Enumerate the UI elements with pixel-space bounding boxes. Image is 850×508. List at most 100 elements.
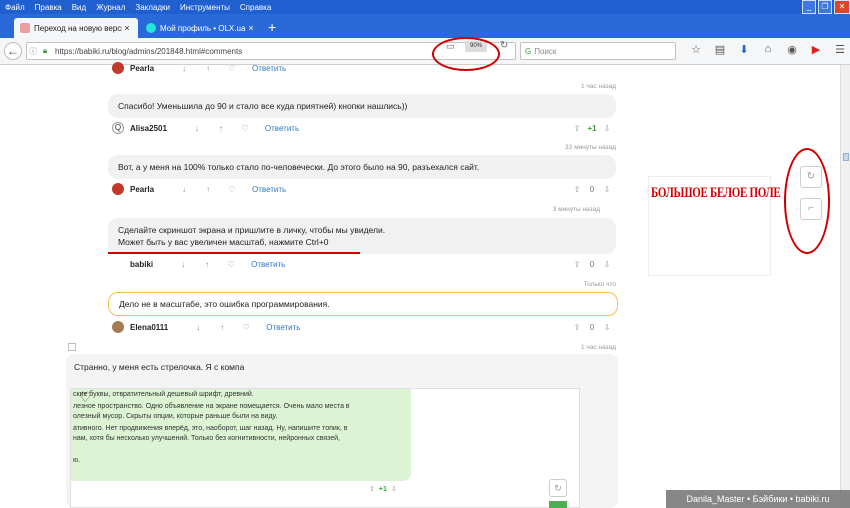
- timestamp: 1 час назад: [581, 344, 616, 351]
- reply-link[interactable]: Ответить: [251, 260, 285, 269]
- refresh-comments-icon[interactable]: ↻: [800, 166, 822, 188]
- vote-up-icon[interactable]: ⇧: [570, 323, 584, 332]
- reply-link[interactable]: Ответить: [265, 124, 299, 133]
- url-text[interactable]: https://babiki.ru/blog/admins/201848.htm…: [55, 47, 242, 56]
- youtube-icon[interactable]: ▶: [804, 43, 828, 56]
- comment-meta: Elena0111 ↓ ↑ ♡ Ответить: [112, 320, 300, 334]
- vote-count: +1: [587, 123, 597, 133]
- scrollbar-thumb[interactable]: [843, 153, 849, 161]
- username[interactable]: Pearla: [130, 185, 154, 194]
- vote-down-icon[interactable]: ⇩: [600, 185, 614, 194]
- tab-olx[interactable]: Мой профиль • OLX.ua ×: [140, 18, 262, 38]
- heart-icon[interactable]: ♡: [233, 124, 257, 133]
- timestamp: 33 минуты назад: [565, 144, 616, 151]
- vote-widget: ⇧ 0 ⇩: [570, 182, 614, 196]
- username[interactable]: Pearla: [130, 64, 154, 73]
- vote-up-icon[interactable]: ⇧: [570, 260, 584, 269]
- embedded-vote-count: +1: [378, 486, 387, 493]
- arrow-up-icon[interactable]: ↑: [195, 260, 219, 269]
- search-placeholder: Поиск: [534, 46, 557, 56]
- comment-meta: Pearla ↓ ↑ ♡ Ответить: [112, 182, 286, 196]
- home-icon[interactable]: ⌂: [756, 43, 780, 56]
- red-underline-annotation: [108, 252, 360, 254]
- arrow-up-icon[interactable]: ↑: [196, 64, 220, 73]
- scroll-to-new-icon[interactable]: ⌐: [800, 198, 822, 220]
- arrow-down-icon[interactable]: ↓: [185, 124, 209, 133]
- menu-help[interactable]: Справка: [235, 3, 276, 12]
- embedded-text-line: ативного. Нет продвижения вперёд, это, н…: [73, 425, 348, 432]
- menu-view[interactable]: Вид: [67, 3, 91, 12]
- username[interactable]: babiki: [130, 260, 153, 269]
- arrow-down-icon[interactable]: ↓: [172, 185, 196, 194]
- menu-history[interactable]: Журнал: [91, 3, 130, 12]
- arrow-up-icon[interactable]: ↑: [210, 323, 234, 332]
- vote-count: 0: [589, 322, 595, 332]
- tab-title: Мой профиль • OLX.ua: [160, 23, 246, 33]
- minimize-button[interactable]: _: [802, 0, 816, 14]
- vote-count: 0: [589, 184, 595, 194]
- search-input[interactable]: G Поиск: [520, 42, 676, 60]
- arrow-down-icon[interactable]: ↓: [171, 260, 195, 269]
- white-field-label: БОЛЬШОЕ БЕЛОЕ ПОЛЕ: [651, 185, 781, 201]
- comment-text-line-2: Может быть у вас увеличен масштаб, нажми…: [118, 237, 329, 247]
- username[interactable]: Alisa2501: [130, 124, 167, 133]
- comment-text: Вот, а у меня на 100% только стало по-че…: [118, 162, 480, 172]
- timestamp: Только что: [583, 281, 616, 288]
- tab-babiki[interactable]: Переход на новую версию /... ×: [14, 18, 138, 38]
- arrow-down-icon[interactable]: ↓: [172, 64, 196, 73]
- embedded-refresh-icon: ↻: [549, 479, 567, 497]
- reply-link[interactable]: Ответить: [252, 185, 286, 194]
- comment-text-line-1: Сделайте скриншот экрана и пришлите в ли…: [118, 225, 386, 235]
- heart-icon[interactable]: ♡: [219, 260, 243, 269]
- comment-text: Дело не в масштабе, это ошибка программи…: [119, 299, 330, 309]
- arrow-up-icon[interactable]: ↑: [196, 185, 220, 194]
- page-scrollbar[interactable]: [840, 65, 850, 508]
- timestamp: 1 час назад: [581, 83, 616, 90]
- big-white-field: БОЛЬШОЕ БЕЛОЕ ПОЛЕ: [648, 176, 781, 276]
- menu-bookmarks[interactable]: Закладки: [130, 3, 175, 12]
- heart-icon[interactable]: ♡: [234, 323, 258, 332]
- arrow-up-icon[interactable]: ↑: [209, 124, 233, 133]
- maximize-button[interactable]: ❐: [818, 0, 832, 14]
- reply-link[interactable]: Ответить: [252, 64, 286, 73]
- embedded-text-line: ские буквы, отвратительный дешевый шрифт…: [73, 391, 254, 398]
- comment-bubble: Спасибо! Уменьшила до 90 и стало все куд…: [108, 94, 616, 118]
- embedded-text-line: лезное пространство. Одно объявление на …: [73, 403, 350, 410]
- menu-edit[interactable]: Правка: [30, 3, 67, 12]
- close-tab-icon[interactable]: ×: [122, 23, 132, 33]
- menu-tools[interactable]: Инструменты: [175, 3, 235, 12]
- embedded-vote-widget: ⇧ +1 ⇩: [369, 486, 397, 493]
- comment-bubble: Сделайте скриншот экрана и пришлите в ли…: [108, 218, 616, 254]
- watermark: Danila_Master • Бэйбики • babiki.ru: [666, 490, 850, 508]
- bookmark-star-icon[interactable]: ☆: [684, 43, 708, 56]
- library-icon[interactable]: ▤: [708, 43, 732, 56]
- addon-icon[interactable]: ◉: [780, 43, 804, 56]
- vote-down-icon[interactable]: ⇩: [600, 124, 614, 133]
- comment-bubble: Вот, а у меня на 100% только стало по-че…: [108, 155, 616, 179]
- arrow-down-icon[interactable]: ↓: [186, 323, 210, 332]
- select-checkbox[interactable]: [68, 343, 76, 351]
- vote-up-icon[interactable]: ⇧: [570, 185, 584, 194]
- close-tab-icon[interactable]: ×: [246, 23, 256, 33]
- vote-down-icon[interactable]: ⇩: [600, 260, 614, 269]
- reload-icon[interactable]: ↻: [500, 40, 508, 51]
- new-tab-button[interactable]: +: [268, 20, 276, 34]
- comment-text: Странно, у меня есть стрелочка. Я с комп…: [74, 362, 245, 372]
- vote-down-icon[interactable]: ⇩: [600, 323, 614, 332]
- heart-icon[interactable]: ♡: [220, 185, 244, 194]
- heart-icon[interactable]: ♡: [220, 64, 244, 73]
- reply-link[interactable]: Ответить: [266, 323, 300, 332]
- download-icon[interactable]: ⬇: [732, 43, 756, 56]
- menu-hamburger-icon[interactable]: ☰: [828, 43, 850, 56]
- info-icon[interactable]: ⓘ: [27, 46, 39, 57]
- comment-meta: babiki ↓ ↑ ♡ Ответить: [112, 257, 285, 271]
- back-button[interactable]: ←: [4, 42, 22, 60]
- vote-widget: ⇧ 0 ⇩: [570, 257, 614, 271]
- menu-file[interactable]: Файл: [0, 3, 30, 12]
- username[interactable]: Elena0111: [130, 323, 168, 332]
- toolbar-icons: ☆ ▤ ⬇ ⌂ ◉ ▶ ☰: [684, 43, 850, 56]
- embedded-green-button: [549, 501, 567, 508]
- lock-icon[interactable]: 🔒︎: [39, 46, 51, 56]
- close-window-button[interactable]: ✕: [834, 0, 850, 14]
- vote-up-icon[interactable]: ⇧: [570, 124, 584, 133]
